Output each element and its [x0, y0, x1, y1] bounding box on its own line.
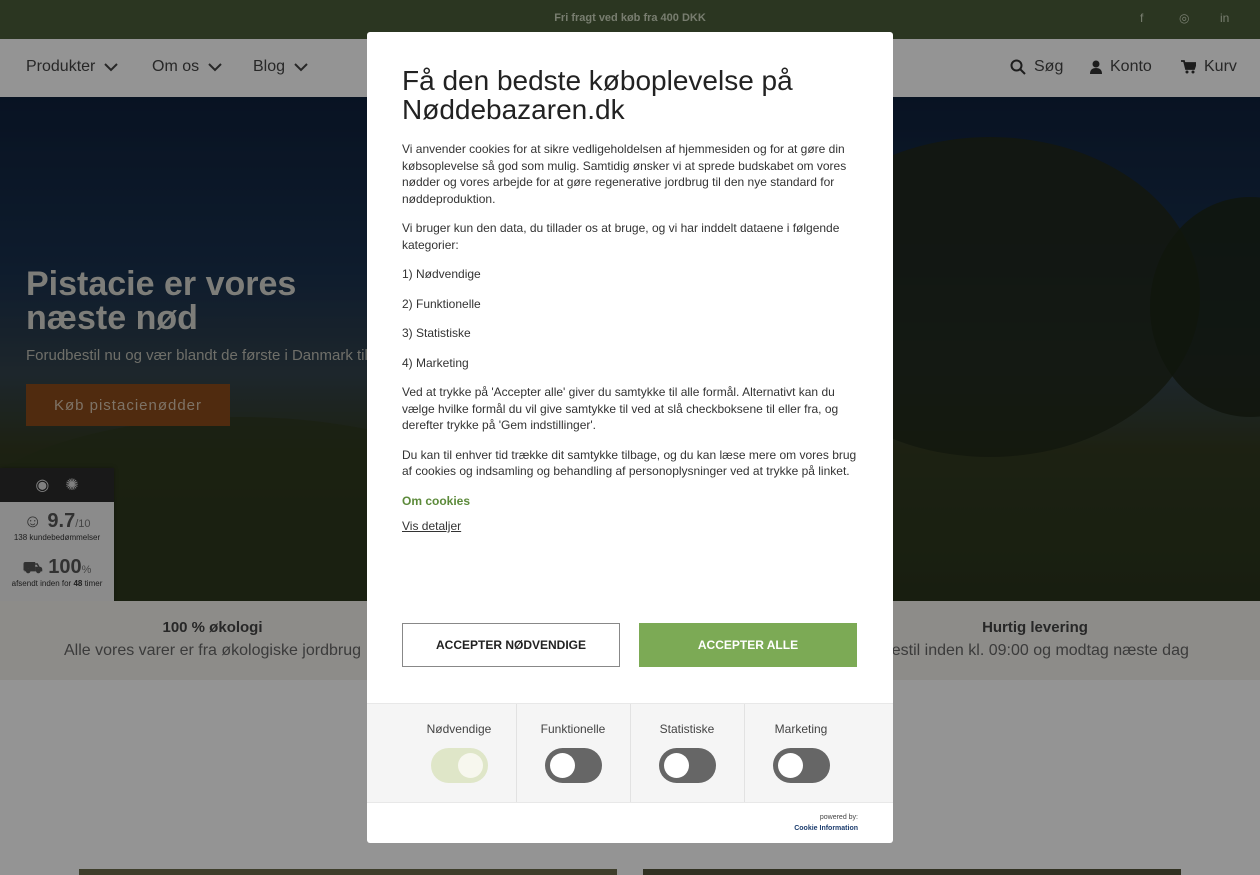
functional-switch[interactable]	[544, 748, 602, 783]
consent-paragraph: Du kan til enhver tid trække dit samtykk…	[402, 447, 857, 479]
toggle-label: Funktionelle	[540, 722, 606, 736]
switch-knob	[549, 753, 575, 778]
powered-by: powered by: Cookie Information	[794, 812, 858, 834]
switch-knob	[663, 753, 689, 778]
show-details-link[interactable]: Vis detaljer	[402, 518, 857, 535]
accept-all-button[interactable]: ACCEPTER ALLE	[639, 623, 857, 667]
consent-paragraph: Vi bruger kun den data, du tillader os a…	[402, 221, 840, 252]
cookie-information-link[interactable]: Cookie Information	[794, 825, 858, 832]
marketing-switch[interactable]	[772, 748, 830, 783]
toggle-statistics: Statistiske	[630, 704, 745, 802]
statistics-switch[interactable]	[658, 748, 716, 783]
dialog-body: Vi anvender cookies for at sikre vedlige…	[402, 141, 857, 535]
cookie-consent-dialog: Få den bedste køboplevelse på Nøddebazar…	[367, 32, 893, 843]
powered-by-label: powered by:	[819, 814, 858, 821]
toggle-marketing: Marketing	[744, 704, 858, 802]
toggle-label: Marketing	[774, 722, 828, 736]
consent-toggles: Nødvendige Funktionelle Statistiske Mark…	[367, 703, 893, 803]
toggle-necessary: Nødvendige	[402, 704, 517, 802]
category-item: 3) Statistiske	[402, 326, 471, 340]
accept-necessary-button[interactable]: ACCEPTER NØDVENDIGE	[402, 623, 620, 667]
category-item: 2) Funktionelle	[402, 296, 481, 311]
dialog-title: Få den bedste køboplevelse på Nøddebazar…	[402, 65, 793, 125]
about-cookies-link[interactable]: Om cookies	[402, 493, 857, 510]
consent-buttons: ACCEPTER NØDVENDIGE ACCEPTER ALLE	[367, 589, 893, 703]
switch-knob	[457, 753, 483, 778]
toggle-label: Nødvendige	[426, 722, 492, 736]
toggle-functional: Funktionelle	[516, 704, 631, 802]
necessary-switch	[430, 748, 488, 783]
consent-paragraph: Ved at trykke på 'Accepter alle' giver d…	[402, 385, 839, 432]
category-item: 1) Nødvendige	[402, 267, 481, 281]
consent-paragraph: Vi anvender cookies for at sikre vedlige…	[402, 142, 847, 206]
switch-knob	[777, 753, 803, 778]
toggle-label: Statistiske	[659, 722, 715, 736]
category-item: 4) Marketing	[402, 355, 469, 370]
